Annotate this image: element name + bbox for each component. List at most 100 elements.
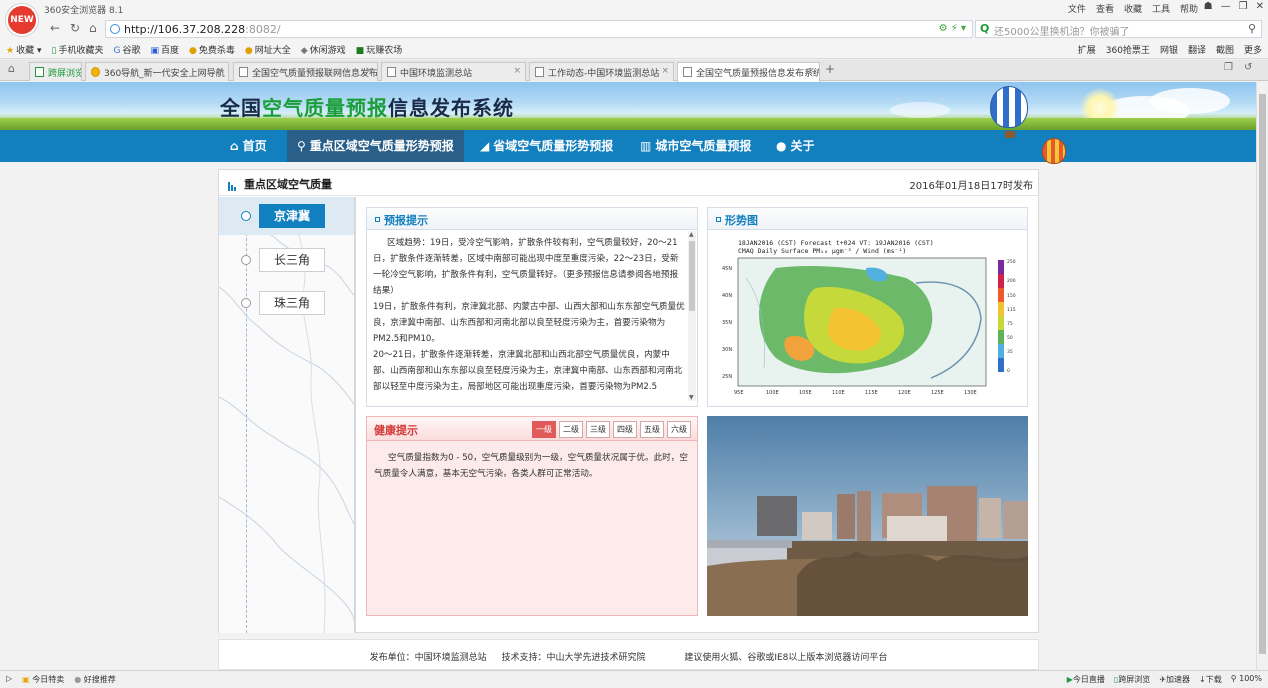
lat-tick: 40N: [722, 293, 732, 299]
tab-strip: ⌂ 跨屏浏览 360导航_新一代安全上网导航 × 全国空气质量预报联网信息发布 × …: [0, 60, 1268, 82]
close-icon[interactable]: ✕: [1256, 1, 1264, 12]
scroll-thumb[interactable]: [689, 241, 695, 311]
forecast-title: 预报提示: [384, 214, 428, 227]
lon-tick: 130E: [964, 390, 977, 396]
page-viewport: 全国空气质量预报信息发布系统 ⌂ 首页 ⚲ 重点区域空气质量形势预报 ◢ 省域空气质量…: [0, 82, 1256, 670]
tab-item[interactable]: 工作动态-中国环境监测总站 ×: [529, 62, 674, 81]
address-input[interactable]: http://106.37.208.228:8082/ ⚙ ⚡ ▾: [105, 20, 973, 38]
bar-chart-icon: [228, 178, 237, 191]
address-url: http://106.37.208.228:8082/: [124, 23, 281, 36]
level-tab-1[interactable]: 一级: [532, 421, 556, 438]
home-icon[interactable]: ⌂: [89, 21, 97, 35]
forecast-scrollbar[interactable]: ▲ ▼: [688, 231, 696, 401]
fav-item[interactable]: ◆ 休闲游戏: [301, 43, 346, 56]
refresh-icon[interactable]: ↻: [70, 21, 80, 35]
lon-tick: 95E: [734, 390, 744, 396]
restore-icon[interactable]: ❐: [1239, 1, 1248, 12]
balloon-graphic: [990, 86, 1028, 138]
colorbar-tick: 35: [1007, 349, 1013, 355]
publish-time: 2016年01月18日17时发布: [909, 181, 1033, 192]
forecast-panel: 预报提示 区域趋势：19日，受冷空气影响，扩散条件较有利，空气质量较好，20～2…: [366, 207, 698, 407]
level-tab-6[interactable]: 六级: [667, 421, 691, 438]
fav-item[interactable]: ▯ 手机收藏夹: [51, 43, 103, 56]
status-left-item[interactable]: ▣ 今日特卖: [22, 674, 64, 685]
lon-tick: 125E: [931, 390, 944, 396]
page-scrollbar[interactable]: [1256, 82, 1268, 670]
nav-about[interactable]: ● 关于: [766, 130, 825, 162]
fav-right-item[interactable]: 网银: [1160, 43, 1178, 56]
back-icon[interactable]: ←: [50, 21, 60, 35]
favorites-bar: ★ 收藏 ▾ ▯ 手机收藏夹 G 谷歌 ▣ 百度 ● 免费杀毒 ● 网址大全 ◆ 休闲游戏 ■…: [0, 40, 1268, 59]
forecast-paragraph: 区域趋势：19日，受冷空气影响，扩散条件较有利，空气质量较好，20～21日，扩散…: [373, 238, 679, 296]
fav-item[interactable]: ▣ 百度: [150, 43, 179, 56]
level-tab-5[interactable]: 五级: [640, 421, 664, 438]
status-right-item[interactable]: ▶今日直播: [1067, 674, 1105, 685]
page-footer: 发布单位：中国环境监测总站 技术支持：中山大学先进技术研究院 建议使用火狐、谷歌…: [218, 639, 1039, 670]
browser-titlebar: 360安全浏览器 8.1 文件 查看 收藏 工具 帮助 ☗ — ❐ ✕: [0, 0, 1268, 18]
level-tab-4[interactable]: 四级: [613, 421, 637, 438]
menu-tools[interactable]: 工具: [1152, 2, 1170, 15]
lon-tick: 105E: [799, 390, 812, 396]
page-scroll-thumb[interactable]: [1259, 94, 1266, 654]
colorbar-tick: 50: [1007, 335, 1013, 341]
fav-item[interactable]: ● 网址大全: [245, 43, 291, 56]
tab-item[interactable]: 全国空气质量预报联网信息发布 ×: [233, 62, 378, 81]
menu-help[interactable]: 帮助: [1180, 2, 1198, 15]
status-right-item[interactable]: ✈加速器: [1159, 674, 1190, 685]
region-yangtze-delta[interactable]: 长三角: [219, 241, 354, 279]
region-pearl-delta[interactable]: 珠三角: [219, 284, 354, 322]
level-tab-3[interactable]: 三级: [586, 421, 610, 438]
search-input[interactable]: Q 还5000公里换机油？你被骗了 ⚲: [975, 20, 1262, 38]
window-controls: ☗ — ❐ ✕: [1204, 1, 1264, 12]
fav-item[interactable]: ■ 玩赚农场: [356, 43, 403, 56]
nav-province[interactable]: ◢ 省域空气质量形势预报: [470, 130, 623, 162]
info-icon: ●: [776, 139, 787, 153]
tab-menu-icon[interactable]: ⌂: [8, 62, 15, 75]
address-port: :8082/: [245, 23, 281, 36]
nav-home[interactable]: ⌂ 首页: [220, 130, 277, 162]
menu-favorites[interactable]: 收藏: [1124, 2, 1142, 15]
fav-item[interactable]: ● 免费杀毒: [189, 43, 235, 56]
region-button[interactable]: 珠三角: [259, 291, 325, 315]
level-tab-2[interactable]: 二级: [559, 421, 583, 438]
restore-tab-icon[interactable]: ❐: [1224, 62, 1233, 73]
security-icon[interactable]: ⚙ ⚡ ▾: [939, 23, 966, 34]
search-engine-icon[interactable]: Q: [980, 22, 989, 35]
region-jingjinji[interactable]: 京津冀: [219, 197, 354, 235]
fav-item[interactable]: ★ 收藏 ▾: [6, 43, 41, 56]
status-right-item[interactable]: ↓下载: [1199, 674, 1222, 685]
fav-right-item[interactable]: 扩展: [1078, 43, 1096, 56]
nav-key-region[interactable]: ⚲ 重点区域空气质量形势预报: [287, 130, 464, 162]
browser-logo[interactable]: NEW: [6, 4, 38, 36]
lon-tick: 100E: [766, 390, 779, 396]
region-button[interactable]: 京津冀: [259, 204, 325, 228]
region-button[interactable]: 长三角: [259, 248, 325, 272]
lat-tick: 35N: [722, 320, 732, 326]
fav-item[interactable]: G 谷歌: [113, 43, 140, 56]
status-right-item[interactable]: ▯跨屏浏览: [1114, 674, 1150, 685]
situation-map-panel: 形势图 18JAN2016 (CST) Forecast t+024 VT: 1…: [707, 207, 1028, 407]
tab-item[interactable]: 跨屏浏览: [29, 62, 82, 81]
fav-right-item[interactable]: 更多: [1244, 43, 1262, 56]
status-left-item[interactable]: ● 好搜推荐: [74, 674, 116, 685]
skin-icon[interactable]: ☗: [1204, 1, 1213, 12]
pollution-map-image[interactable]: 18JAN2016 (CST) Forecast t+024 VT: 19JAN…: [716, 238, 1022, 398]
fav-right-item[interactable]: 360抢票王: [1106, 43, 1150, 56]
tab-item[interactable]: 中国环境监测总站 ×: [381, 62, 526, 81]
fav-right-item[interactable]: 截图: [1216, 43, 1234, 56]
tab-close-icon: ×: [661, 66, 669, 76]
undo-close-icon[interactable]: ↺: [1244, 62, 1252, 73]
minimize-icon[interactable]: —: [1221, 1, 1231, 12]
sidebar-toggle-icon[interactable]: ▷: [6, 674, 12, 685]
tab-item[interactable]: 360导航_新一代安全上网导航 ×: [85, 62, 229, 81]
tab-item-active[interactable]: 全国空气质量预报信息发布系统 ×: [677, 62, 820, 82]
colorbar-tick: 115: [1007, 307, 1016, 313]
nav-city[interactable]: ▥ 城市空气质量预报: [630, 130, 761, 162]
search-icon[interactable]: ⚲: [1248, 22, 1256, 35]
zoom-level[interactable]: ⚲ 100%: [1231, 674, 1262, 685]
new-tab-icon[interactable]: +: [825, 62, 835, 76]
menu-file[interactable]: 文件: [1068, 2, 1086, 15]
menu-view[interactable]: 查看: [1096, 2, 1114, 15]
fav-right-item[interactable]: 翻译: [1188, 43, 1206, 56]
footer-publisher: 发布单位：中国环境监测总站: [369, 653, 487, 663]
